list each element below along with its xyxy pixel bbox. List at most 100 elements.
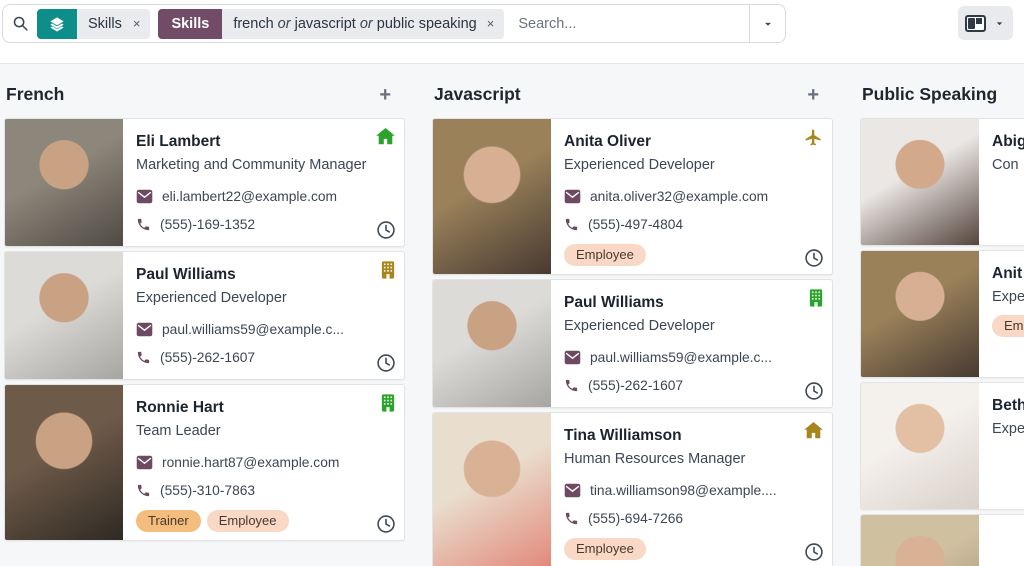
- employee-name: Ronnie Hart: [136, 396, 392, 420]
- employee-job-title: Expe: [992, 418, 1024, 441]
- filter-facet-value-part: french: [233, 16, 273, 32]
- phone-icon: [564, 378, 579, 393]
- employee-email[interactable]: eli.lambert22@example.com: [162, 189, 337, 204]
- employee-card[interactable]: AnitExpe Em: [860, 250, 1024, 378]
- filter-facet-value-part: public speaking: [373, 16, 477, 32]
- employee-card[interactable]: [860, 514, 1024, 566]
- envelope-icon: [564, 483, 581, 498]
- phone-icon: [564, 217, 579, 232]
- employee-phone[interactable]: (555)-497-4804: [588, 217, 683, 232]
- envelope-icon: [136, 322, 153, 337]
- kanban-column: Public SpeakingAbigConAnitExpeEmBethExpe: [860, 82, 1024, 566]
- employee-phone[interactable]: (555)-262-1607: [160, 350, 255, 365]
- control-panel: Skills × Skills french or javascript or …: [0, 0, 1024, 64]
- employee-job-title: Team Leader: [136, 420, 392, 443]
- employee-photo: [861, 251, 979, 377]
- employee-card[interactable]: BethExpe: [860, 382, 1024, 510]
- add-record-button[interactable]: +: [805, 85, 821, 105]
- activity-clock-icon[interactable]: [376, 353, 396, 373]
- card-body: Paul WilliamsExperienced Developer paul.w…: [551, 280, 832, 407]
- remove-filter-facet-icon[interactable]: ×: [485, 16, 505, 31]
- employee-card[interactable]: AbigCon: [860, 118, 1024, 246]
- activity-clock-icon[interactable]: [804, 381, 824, 401]
- kanban-column: French + Eli LambertMarketing and Communit…: [4, 82, 405, 566]
- filter-facet-value-part: or: [356, 16, 373, 32]
- card-stack: Eli LambertMarketing and Community Manag…: [4, 118, 405, 541]
- employee-card[interactable]: Ronnie HartTeam Leader ronnie.hart87@exam…: [4, 384, 405, 541]
- office-building-icon: [809, 289, 823, 307]
- activity-clock-icon[interactable]: [376, 514, 396, 534]
- column-header: French +: [4, 82, 405, 105]
- view-switcher-button[interactable]: [958, 6, 1013, 40]
- employee-photo: [5, 385, 123, 540]
- phone-row: (555)-694-7266: [564, 504, 820, 532]
- email-row: tina.williamson98@example....: [564, 476, 820, 504]
- remove-groupby-facet-icon[interactable]: ×: [131, 16, 151, 31]
- office-building-icon: [381, 394, 395, 412]
- employee-name: Abig: [992, 130, 1024, 154]
- employee-email[interactable]: anita.oliver32@example.com: [590, 189, 768, 204]
- card-body: [979, 515, 1024, 566]
- email-row: ronnie.hart87@example.com: [136, 448, 392, 476]
- employee-photo: [433, 280, 551, 407]
- employee-card[interactable]: Paul WilliamsExperienced Developerpaul.w…: [4, 251, 405, 380]
- email-row: paul.williams59@example.c...: [136, 315, 392, 343]
- filter-facet-value: french or javascript or public speaking: [222, 16, 484, 32]
- add-record-button[interactable]: +: [377, 85, 393, 105]
- tag-row: Employee: [564, 538, 820, 560]
- column-header: Public Speaking: [860, 82, 1024, 105]
- email-row: paul.williams59@example.c...: [564, 343, 820, 371]
- employee-email[interactable]: paul.williams59@example.c...: [162, 322, 344, 337]
- phone-row: (555)-310-7863: [136, 476, 392, 504]
- phone-icon: [136, 483, 151, 498]
- email-row: eli.lambert22@example.com: [136, 182, 392, 210]
- employee-phone[interactable]: (555)-262-1607: [588, 378, 683, 393]
- tag-badge: Employee: [564, 244, 646, 266]
- search-bar: Skills × Skills french or javascript or …: [2, 4, 786, 43]
- employee-phone[interactable]: (555)-694-7266: [588, 511, 683, 526]
- plane-icon: [804, 128, 823, 147]
- employee-job-title: Expe: [992, 286, 1024, 309]
- employee-name: Paul Williams: [564, 291, 820, 315]
- employee-email[interactable]: ronnie.hart87@example.com: [162, 455, 339, 470]
- envelope-icon: [564, 350, 581, 365]
- employee-job-title: Experienced Developer: [564, 315, 820, 338]
- employee-card[interactable]: Paul WilliamsExperienced Developer paul.w…: [432, 279, 833, 408]
- envelope-icon: [564, 189, 581, 204]
- employee-name: Anita Oliver: [564, 130, 820, 154]
- filter-facet-category: Skills: [158, 9, 222, 39]
- employee-name: Anit: [992, 262, 1024, 286]
- envelope-icon: [136, 189, 153, 204]
- kanban-board: French + Eli LambertMarketing and Communit…: [0, 64, 1024, 566]
- phone-icon: [136, 217, 151, 232]
- employee-phone[interactable]: (555)-169-1352: [160, 217, 255, 232]
- search-options-toggle[interactable]: [749, 5, 785, 42]
- employee-name: Tina Williamson: [564, 424, 820, 448]
- search-input[interactable]: [518, 16, 749, 32]
- column-title: French: [6, 84, 64, 105]
- activity-clock-icon[interactable]: [804, 248, 824, 268]
- employee-card[interactable]: Anita OliverExperienced Developeranita.o…: [432, 118, 833, 275]
- home-icon: [376, 128, 395, 145]
- employee-name: Paul Williams: [136, 263, 392, 287]
- phone-icon: [136, 350, 151, 365]
- search-icon: [3, 15, 37, 32]
- envelope-icon: [136, 455, 153, 470]
- tag-badge: Em: [992, 315, 1024, 337]
- employee-card[interactable]: Eli LambertMarketing and Community Manag…: [4, 118, 405, 247]
- card-body: Paul WilliamsExperienced Developerpaul.w…: [123, 252, 404, 379]
- tag-row: TrainerEmployee: [136, 510, 392, 532]
- employee-email[interactable]: paul.williams59@example.c...: [590, 350, 772, 365]
- kanban-column: Javascript+Anita OliverExperienced Devel…: [432, 82, 833, 566]
- activity-clock-icon[interactable]: [376, 220, 396, 240]
- email-row: anita.oliver32@example.com: [564, 182, 820, 210]
- tag-badge: Trainer: [136, 510, 201, 532]
- employee-email[interactable]: tina.williamson98@example....: [590, 483, 777, 498]
- column-title: Public Speaking: [862, 84, 997, 105]
- employee-photo: [861, 119, 979, 245]
- employee-card[interactable]: Tina WilliamsonHuman Resources Managerti…: [432, 412, 833, 566]
- employee-photo: [433, 413, 551, 566]
- employee-photo: [861, 515, 979, 566]
- activity-clock-icon[interactable]: [804, 542, 824, 562]
- employee-phone[interactable]: (555)-310-7863: [160, 483, 255, 498]
